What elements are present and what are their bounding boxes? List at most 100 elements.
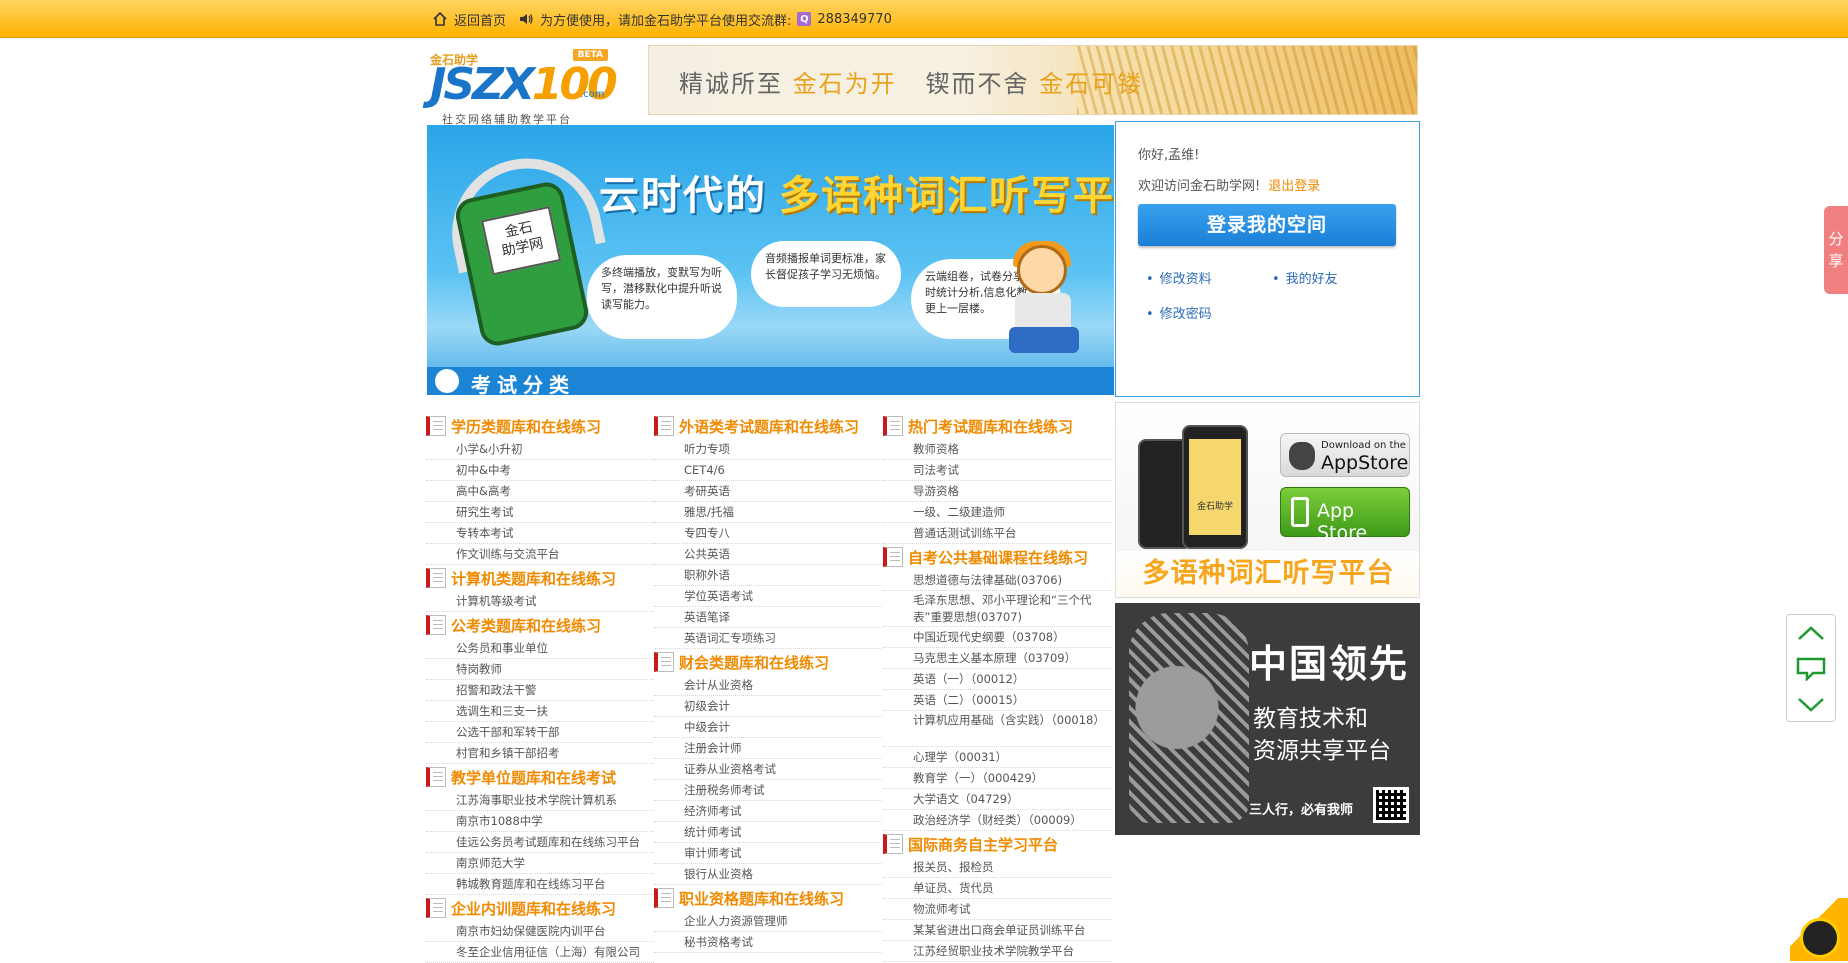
- list-item[interactable]: 冬至企业信用征信（上海）有限公司: [426, 942, 654, 963]
- category-title[interactable]: 企业内训题库和在线练习: [426, 895, 654, 921]
- list-item[interactable]: 佳远公务员考试题库和在线练习平台: [426, 832, 654, 853]
- list-item[interactable]: 作文训练与交流平台: [426, 544, 654, 565]
- category-title[interactable]: 职业资格题库和在线练习: [654, 885, 882, 911]
- appstore-dark-button[interactable]: Download on the AppStore: [1280, 433, 1410, 477]
- site-logo[interactable]: 金石助学 BETA JSZX100 .com 社交网络辅助教学平台: [430, 49, 618, 126]
- category-title[interactable]: 计算机类题库和在线练习: [426, 565, 654, 591]
- list-item[interactable]: 英语（二）（00015）: [883, 690, 1111, 711]
- category-title[interactable]: 热门考试题库和在线练习: [883, 413, 1111, 439]
- list-item[interactable]: 政治经济学（财经类）（00009）: [883, 810, 1111, 831]
- page-container: 金石助学 BETA JSZX100 .com 社交网络辅助教学平台 精诚所至 金…: [422, 41, 1422, 963]
- list-item[interactable]: 某某省进出口商会单证员训练平台: [883, 920, 1111, 941]
- notice-text: 为方便使用，请加金石助学平台使用交流群:: [540, 13, 792, 29]
- list-item[interactable]: 职称外语: [654, 565, 882, 586]
- list-item[interactable]: 审计师考试: [654, 843, 882, 864]
- list-item[interactable]: 马克思主义基本原理（03709）: [883, 648, 1111, 669]
- category-title[interactable]: 公考类题库和在线练习: [426, 612, 654, 638]
- feedback-button[interactable]: [1787, 651, 1835, 687]
- home-link[interactable]: 返回首页: [454, 10, 506, 29]
- list-item[interactable]: 考研英语: [654, 481, 882, 502]
- change-password-link[interactable]: 修改密码: [1146, 303, 1212, 322]
- list-item[interactable]: 初中&中考: [426, 460, 654, 481]
- list-item[interactable]: 司法考试: [883, 460, 1111, 481]
- list-item[interactable]: 注册税务师考试: [654, 780, 882, 801]
- list-item[interactable]: 大学语文（04729）: [883, 789, 1111, 810]
- category-title[interactable]: 学历类题库和在线练习: [426, 413, 654, 439]
- list-item[interactable]: 秘书资格考试: [654, 932, 882, 953]
- scroll-top-button[interactable]: [1787, 615, 1835, 651]
- list-item[interactable]: 雅思/托福: [654, 502, 882, 523]
- list-item[interactable]: 报关员、报检员: [883, 857, 1111, 878]
- education-platform-ad[interactable]: 中国领先 教育技术和 资源共享平台 三人行，必有我师: [1115, 603, 1420, 835]
- list-item[interactable]: 听力专项: [654, 439, 882, 460]
- list-item[interactable]: 英语（一）（00012）: [883, 669, 1111, 690]
- list-item[interactable]: 企业人力资源管理师: [654, 911, 882, 932]
- my-friends-link[interactable]: 我的好友: [1272, 268, 1338, 287]
- list-item[interactable]: 计算机等级考试: [426, 591, 654, 612]
- list-item[interactable]: 村官和乡镇干部招考: [426, 743, 654, 764]
- list-item[interactable]: 统计师考试: [654, 822, 882, 843]
- list-item[interactable]: CET4/6: [654, 460, 882, 481]
- list-item[interactable]: 思想道德与法律基础(03706): [883, 570, 1111, 591]
- my-space-button[interactable]: 登录我的空间: [1138, 204, 1396, 246]
- list-item[interactable]: 中国近现代史纲要（03708）: [883, 627, 1111, 648]
- book-icon: [883, 834, 903, 854]
- appstore-green-button[interactable]: App Store: [1280, 487, 1410, 544]
- list-item[interactable]: 注册会计师: [654, 738, 882, 759]
- list-item[interactable]: 公选干部和军转干部: [426, 722, 654, 743]
- list-item[interactable]: 英语词汇专项练习: [654, 628, 882, 649]
- list-item[interactable]: 英语笔译: [654, 607, 882, 628]
- list-item[interactable]: 计算机应用基础（含实践）（00018）: [883, 711, 1111, 747]
- scroll-bottom-button[interactable]: [1787, 687, 1835, 723]
- list-item[interactable]: 教师资格: [883, 439, 1111, 460]
- slogan-banner[interactable]: 精诚所至 金石为开 锲而不舍 金石可镂: [648, 45, 1418, 115]
- list-item[interactable]: 物流师考试: [883, 899, 1111, 920]
- list-item[interactable]: 南京市1088中学: [426, 811, 654, 832]
- category-title[interactable]: 国际商务自主学习平台: [883, 831, 1111, 857]
- list-item[interactable]: 江苏经贸职业技术学院教学平台: [883, 941, 1111, 962]
- list-item[interactable]: 导游资格: [883, 481, 1111, 502]
- category-title[interactable]: 财会类题库和在线练习: [654, 649, 882, 675]
- list-item[interactable]: 会计从业资格: [654, 675, 882, 696]
- category-title[interactable]: 教学单位题库和在线考试: [426, 764, 654, 790]
- list-item[interactable]: 小学&小升初: [426, 439, 654, 460]
- list-item[interactable]: 特岗教师: [426, 659, 654, 680]
- qq-mascot-widget[interactable]: [1790, 898, 1848, 961]
- qq-penguin-icon: [1800, 918, 1840, 958]
- book-icon: [654, 416, 674, 436]
- edit-profile-link[interactable]: 修改资料: [1146, 268, 1212, 287]
- main-banner[interactable]: 金石 助学网 云时代的 多语种词汇听写平台 多终端播放，变默写为听写，潜移默化中…: [427, 125, 1114, 395]
- list-item[interactable]: 心理学（00031）: [883, 747, 1111, 768]
- list-item[interactable]: 经济师考试: [654, 801, 882, 822]
- list-item[interactable]: 高中&高考: [426, 481, 654, 502]
- list-item[interactable]: 一级、二级建造师: [883, 502, 1111, 523]
- list-item[interactable]: 专四专八: [654, 523, 882, 544]
- list-item[interactable]: 单证员、货代员: [883, 878, 1111, 899]
- exam-category-label: 考试分类: [471, 373, 575, 395]
- list-item[interactable]: 公务员和事业单位: [426, 638, 654, 659]
- list-item[interactable]: 中级会计: [654, 717, 882, 738]
- phones-image: 金石助学: [1138, 425, 1258, 555]
- list-item[interactable]: 教育学（一）（000429）: [883, 768, 1111, 789]
- list-item[interactable]: 南京师范大学: [426, 853, 654, 874]
- list-item[interactable]: 选调生和三支一扶: [426, 701, 654, 722]
- list-item[interactable]: 招警和政法干警: [426, 680, 654, 701]
- list-item[interactable]: 专转本考试: [426, 523, 654, 544]
- logout-link[interactable]: 退出登录: [1268, 179, 1320, 194]
- list-item[interactable]: 初级会计: [654, 696, 882, 717]
- list-item[interactable]: 学位英语考试: [654, 586, 882, 607]
- list-item[interactable]: 毛泽东思想、邓小平理论和“三个代表”重要思想(03707): [883, 591, 1111, 627]
- list-item[interactable]: 公共英语: [654, 544, 882, 565]
- list-item[interactable]: 银行从业资格: [654, 864, 882, 885]
- list-item[interactable]: 研究生考试: [426, 502, 654, 523]
- list-item[interactable]: 南京市妇幼保健医院内训平台: [426, 921, 654, 942]
- category-title[interactable]: 外语类考试题库和在线练习: [654, 413, 882, 439]
- category-column-3: 热门考试题库和在线练习 教师资格 司法考试 导游资格 一级、二级建造师 普通话测…: [883, 413, 1111, 962]
- list-item[interactable]: 江苏海事职业技术学院计算机系: [426, 790, 654, 811]
- share-tab[interactable]: 分享: [1824, 206, 1848, 294]
- list-item[interactable]: 韩城教育题库和在线练习平台: [426, 874, 654, 895]
- list-item[interactable]: 证券从业资格考试: [654, 759, 882, 780]
- category-title[interactable]: 自考公共基础课程在线练习: [883, 544, 1111, 570]
- list-item[interactable]: 普通话测试训练平台: [883, 523, 1111, 544]
- app-download-ad[interactable]: 金石助学 Download on the AppStore App Store …: [1115, 402, 1420, 598]
